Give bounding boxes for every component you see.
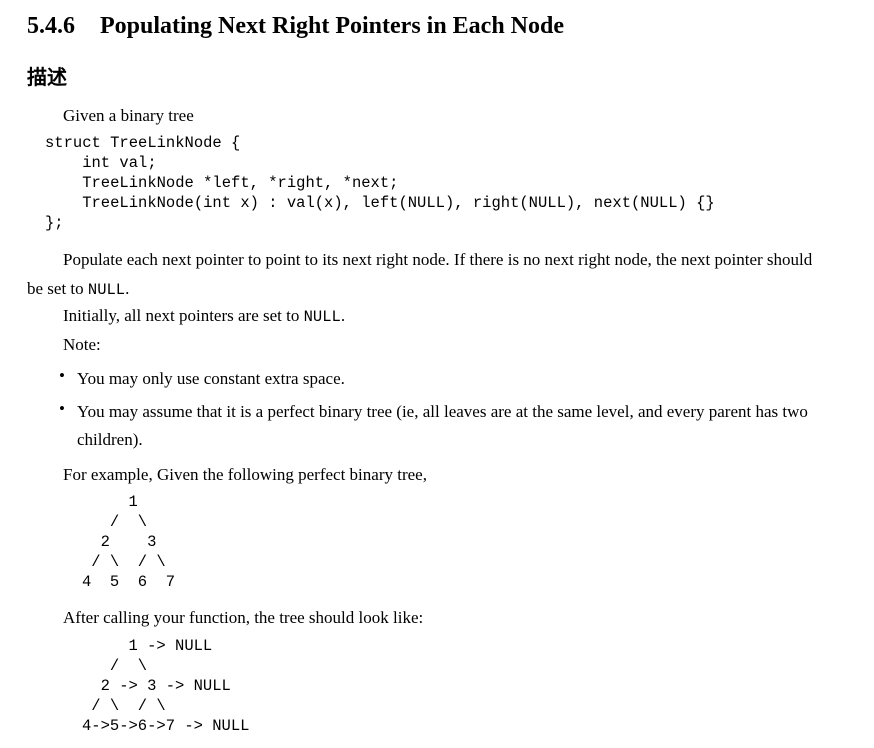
tree-line: 2 3: [82, 533, 157, 551]
intro-paragraph: Given a binary tree: [63, 106, 194, 125]
tree-line: / \: [82, 513, 148, 531]
null-token: NULL: [87, 281, 126, 299]
null-token: NULL: [303, 308, 341, 326]
subsection-heading: 描述: [27, 65, 67, 89]
tree-line: / \ / \: [82, 553, 166, 571]
tree-before-diagram: 1 / \ 2 3 / \ / \ 4 5 6 7: [82, 492, 175, 592]
code-line: };: [45, 214, 64, 232]
code-line: int val;: [45, 154, 157, 172]
bullet-marker: •: [59, 399, 65, 418]
bullet-item: You may only use constant extra space.: [77, 369, 345, 388]
initially-end: .: [340, 306, 346, 325]
after-intro: After calling your function, the tree sh…: [63, 608, 424, 627]
tree-after-diagram: 1 -> NULL / \ 2 -> 3 -> NULL / \ / \ 4->…: [82, 636, 249, 736]
code-line: TreeLinkNode *left, *right, *next;: [45, 174, 399, 192]
populate-text: Populate each next pointer to point to i…: [27, 250, 813, 298]
struct-code-block: struct TreeLinkNode { int val; TreeLinkN…: [45, 133, 715, 233]
tree-line: / \: [82, 657, 148, 675]
section-number: 5.4.6: [27, 13, 75, 39]
initially-text: Initially, all next pointers are set to: [63, 306, 304, 325]
tree-line: / \ / \: [82, 697, 166, 715]
code-line: struct TreeLinkNode {: [45, 134, 241, 152]
tree-line: 2 -> 3 -> NULL: [82, 677, 231, 695]
populate-paragraph: Populate each next pointer to point to i…: [27, 245, 817, 305]
document-page: 5.4.6 Populating Next Right Pointers in E…: [0, 0, 874, 748]
populate-end: .: [125, 279, 130, 298]
bullet-marker: •: [59, 366, 65, 385]
tree-line: 1: [82, 493, 138, 511]
code-line: TreeLinkNode(int x) : val(x), left(NULL)…: [45, 194, 715, 212]
tree-line: 4->5->6->7 -> NULL: [82, 717, 250, 735]
note-label: Note:: [63, 335, 101, 354]
tree-line: 4 5 6 7: [82, 573, 176, 591]
initially-paragraph: Initially, all next pointers are set to …: [63, 302, 345, 331]
bullet-item: You may assume that it is a perfect bina…: [77, 402, 808, 449]
section-title-text: Populating Next Right Pointers in Each N…: [100, 13, 565, 39]
section-heading: 5.4.6 Populating Next Right Pointers in E…: [27, 13, 564, 40]
tree-line: 1 -> NULL: [82, 637, 213, 655]
example-intro: For example, Given the following perfect…: [63, 465, 427, 484]
